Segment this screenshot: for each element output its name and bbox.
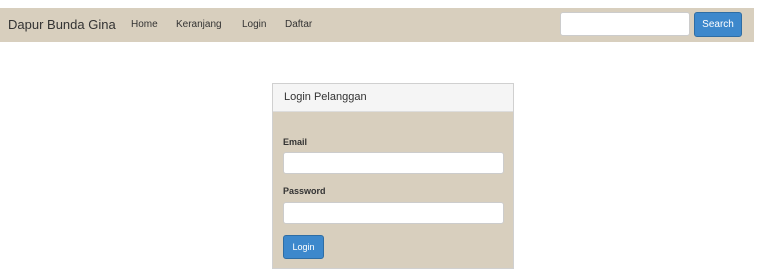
password-field[interactable] xyxy=(283,202,504,224)
search-input[interactable] xyxy=(560,12,690,36)
nav-link-keranjang[interactable]: Keranjang xyxy=(176,8,222,42)
email-label: Email xyxy=(283,137,308,147)
login-panel-title: Login Pelanggan xyxy=(273,84,513,112)
nav-link-login[interactable]: Login xyxy=(242,8,266,42)
login-button[interactable]: Login xyxy=(283,235,324,259)
brand-name[interactable]: Dapur Bunda Gina xyxy=(8,8,116,42)
password-label: Password xyxy=(283,186,326,196)
nav-link-daftar[interactable]: Daftar xyxy=(285,8,312,42)
top-navbar: Dapur Bunda Gina Home Keranjang Login Da… xyxy=(0,8,754,42)
search-button[interactable]: Search xyxy=(694,12,742,37)
email-field[interactable] xyxy=(283,152,504,174)
login-panel: Login Pelanggan Email Password Login xyxy=(272,83,514,269)
nav-link-home[interactable]: Home xyxy=(131,8,158,42)
